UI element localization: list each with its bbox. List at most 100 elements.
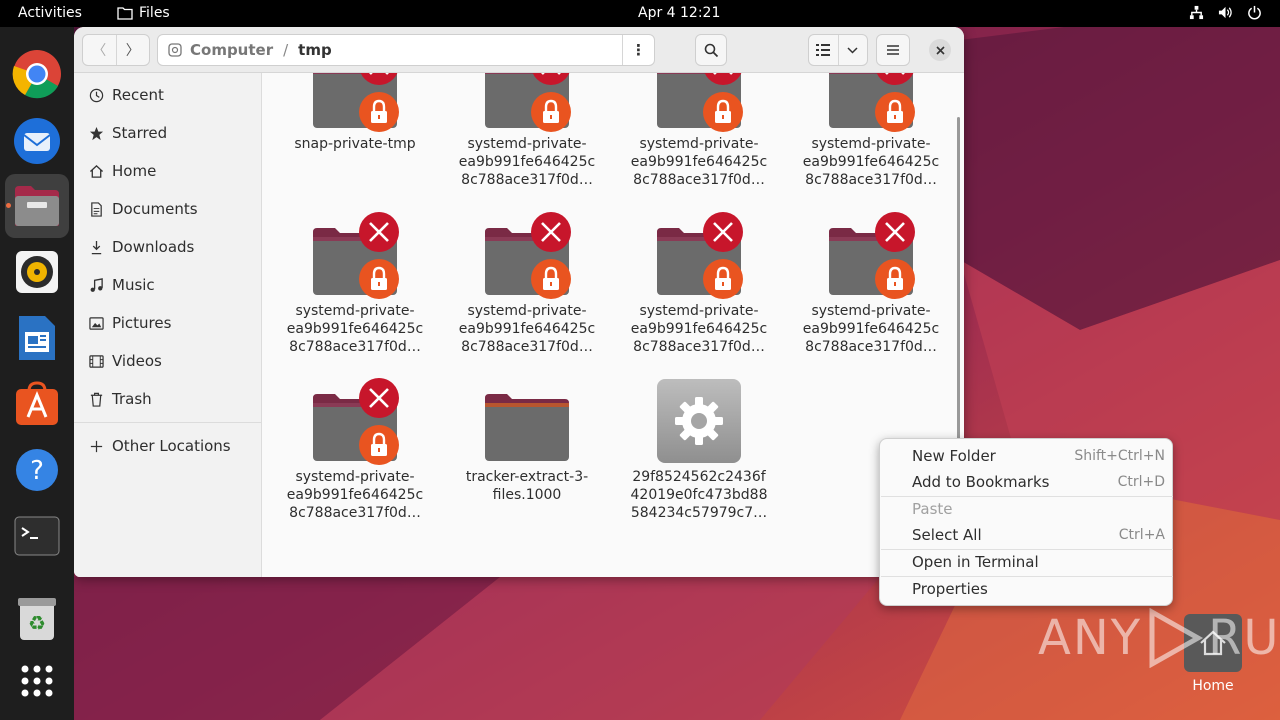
menu-item-select-all[interactable]: Select All Ctrl+A — [881, 522, 1173, 548]
help-icon[interactable]: ? — [5, 438, 69, 502]
file-name-line: 584234c57979c7… — [630, 505, 768, 521]
locked-folder-icon — [613, 73, 785, 133]
file-name: 29f8524562c2436f 42019e0fc473bd88 584234c5… — [613, 468, 785, 522]
trash-icon[interactable]: ♻ — [5, 587, 69, 651]
unreadable-emblem-icon — [359, 378, 399, 418]
file-name-line: ea9b991fe646425c — [458, 321, 596, 337]
path-segment-tmp[interactable]: tmp — [298, 41, 332, 59]
forward-button[interactable]: 〉 — [117, 40, 150, 60]
lock-emblem-icon — [359, 259, 399, 299]
unreadable-emblem-icon — [875, 212, 915, 252]
file-view[interactable]: snap-private-tmp systemd-private-ea9b991f… — [263, 73, 964, 577]
plus-icon — [88, 438, 104, 454]
unreadable-emblem-icon — [359, 212, 399, 252]
scrollbar[interactable] — [957, 117, 960, 487]
file-item[interactable]: systemd-private-ea9b991fe646425c 8c788ace… — [785, 73, 957, 189]
list-view-button[interactable] — [809, 44, 838, 56]
header-bar: 〈 〉 Computer / tmp ⋮ — [74, 27, 964, 73]
files-icon[interactable] — [5, 174, 69, 238]
sidebar-item-home[interactable]: Home — [74, 152, 262, 190]
sidebar-item-label: Downloads — [112, 238, 195, 256]
sidebar-item-videos[interactable]: Videos — [74, 342, 262, 380]
libreoffice-writer-icon[interactable] — [5, 306, 69, 370]
file-item[interactable]: systemd-private-ea9b991fe646425c 8c788ace… — [269, 210, 441, 356]
file-name-line: 29f8524562c2436f — [632, 469, 766, 485]
network-icon — [1189, 5, 1204, 20]
file-name-line: 8c788ace317f0d… — [633, 339, 765, 355]
menu-item-new-folder[interactable]: New Folder Shift+Ctrl+N — [881, 443, 1173, 469]
menu-item-add-to-bookmarks[interactable]: Add to Bookmarks Ctrl+D — [881, 469, 1173, 495]
file-name-line: files.1000 — [492, 487, 562, 503]
file-name-line: systemd-private- — [295, 469, 415, 485]
chrome-icon[interactable] — [5, 42, 69, 106]
picture-icon — [88, 315, 104, 331]
sidebar-item-music[interactable]: Music — [74, 266, 262, 304]
clock[interactable]: Apr 4 12:21 — [638, 5, 720, 21]
file-name-line: 8c788ace317f0d… — [805, 172, 937, 188]
locked-folder-icon — [785, 73, 957, 133]
sidebar-item-recent[interactable]: Recent — [74, 76, 262, 114]
rhythmbox-icon[interactable] — [5, 240, 69, 304]
lock-emblem-icon — [703, 92, 743, 132]
back-button[interactable]: 〈 — [83, 40, 116, 60]
menu-item-label: Add to Bookmarks — [912, 473, 1050, 491]
sidebar: Recent Starred Home Documents Downloads … — [74, 73, 262, 577]
show-apps-icon[interactable] — [5, 649, 69, 713]
file-item[interactable]: systemd-private-ea9b991fe646425c 8c788ace… — [785, 210, 957, 356]
sidebar-item-pictures[interactable]: Pictures — [74, 304, 262, 342]
sidebar-item-starred[interactable]: Starred — [74, 114, 262, 152]
file-name-line: systemd-private- — [467, 136, 587, 152]
sidebar-divider — [74, 422, 262, 423]
sidebar-item-other-locations[interactable]: Other Locations — [74, 427, 262, 465]
view-options-button[interactable] — [839, 46, 868, 54]
sidebar-item-downloads[interactable]: Downloads — [74, 228, 262, 266]
file-item[interactable]: systemd-private-ea9b991fe646425c 8c788ace… — [441, 210, 613, 356]
file-item[interactable]: systemd-private-ea9b991fe646425c 8c788ace… — [613, 73, 785, 189]
app-menu[interactable]: Files — [117, 5, 170, 21]
file-name: snap-private-tmp — [269, 135, 441, 153]
sidebar-item-trash[interactable]: Trash — [74, 380, 262, 418]
locked-folder-icon — [441, 73, 613, 133]
activities-button[interactable]: Activities — [18, 5, 82, 21]
locked-folder-icon — [785, 210, 957, 300]
path-segment-computer[interactable]: Computer — [190, 41, 273, 59]
sidebar-item-label: Home — [112, 162, 157, 180]
lock-emblem-icon — [359, 92, 399, 132]
terminal-icon[interactable] — [5, 504, 69, 568]
main-menu-button[interactable] — [876, 34, 910, 66]
sidebar-item-documents[interactable]: Documents — [74, 190, 262, 228]
sidebar-item-label: Other Locations — [112, 437, 231, 455]
file-name-line: 8c788ace317f0d… — [461, 339, 593, 355]
file-name-line: ea9b991fe646425c — [802, 154, 940, 170]
file-item[interactable]: systemd-private-ea9b991fe646425c 8c788ace… — [269, 376, 441, 522]
thunderbird-icon[interactable] — [5, 108, 69, 172]
menu-item-paste[interactable]: Paste — [881, 496, 1173, 522]
play-logo-icon — [1149, 608, 1204, 668]
path-menu-button[interactable]: ⋮ — [622, 35, 654, 65]
file-name: systemd-private-ea9b991fe646425c 8c788ace… — [785, 302, 957, 356]
menu-item-properties[interactable]: Properties — [881, 576, 1173, 602]
close-button[interactable] — [929, 39, 951, 61]
menu-item-open-in-terminal[interactable]: Open in Terminal — [881, 549, 1173, 575]
sidebar-item-label: Videos — [112, 352, 162, 370]
file-item[interactable]: systemd-private-ea9b991fe646425c 8c788ace… — [613, 210, 785, 356]
desktop-home-label: Home — [1192, 678, 1234, 694]
search-button[interactable] — [695, 34, 727, 66]
file-name-line: snap-private-tmp — [294, 136, 416, 152]
file-item[interactable]: 29f8524562c2436f 42019e0fc473bd88 584234c5… — [613, 376, 785, 522]
sidebar-item-label: Trash — [112, 390, 152, 408]
file-item[interactable]: systemd-private-ea9b991fe646425c 8c788ace… — [441, 73, 613, 189]
locked-folder-icon — [269, 376, 441, 466]
app-center-icon[interactable] — [5, 372, 69, 436]
file-name: systemd-private-ea9b991fe646425c 8c788ace… — [613, 302, 785, 356]
sidebar-item-label: Starred — [112, 124, 168, 142]
chevron-down-icon — [847, 46, 858, 54]
clock-icon — [88, 87, 104, 103]
app-name: Files — [139, 5, 170, 21]
file-item[interactable]: snap-private-tmp — [269, 73, 441, 153]
file-name-line: 8c788ace317f0d… — [633, 172, 765, 188]
system-tray[interactable] — [1189, 5, 1262, 20]
lock-emblem-icon — [703, 259, 743, 299]
download-icon — [88, 239, 104, 255]
file-item[interactable]: tracker-extract-3- files.1000 — [441, 376, 613, 504]
